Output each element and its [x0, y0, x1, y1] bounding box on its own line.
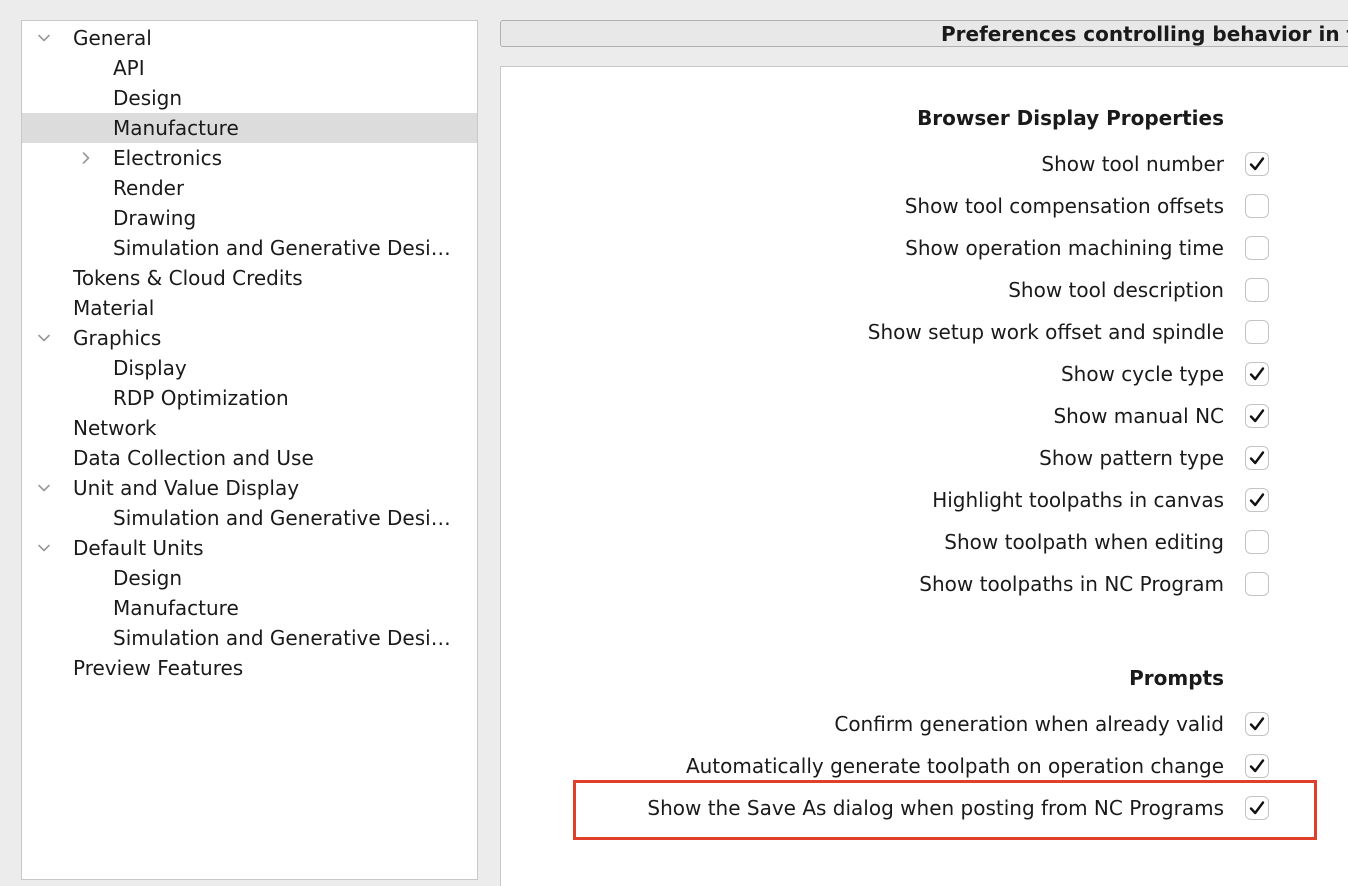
tree-item-label: Display	[113, 356, 187, 380]
checkbox-show-tool-number[interactable]	[1245, 152, 1269, 176]
pref-label-show-the-save-as-dialog-when-posting-from-nc-programs: Show the Save As dialog when posting fro…	[647, 796, 1224, 820]
checkbox-confirm-generation-when-already-valid[interactable]	[1245, 712, 1269, 736]
tree-item-manufacture[interactable]: Manufacture	[22, 593, 477, 623]
check-icon	[1248, 365, 1266, 383]
checkbox-show-the-save-as-dialog-when-posting-from-nc-programs[interactable]	[1245, 796, 1269, 820]
pref-label-show-pattern-type: Show pattern type	[1039, 446, 1224, 470]
tree-item-general[interactable]: General	[22, 23, 477, 53]
tree-item-label: Data Collection and Use	[73, 446, 314, 470]
checkbox-show-setup-work-offset-and-spindle[interactable]	[1245, 320, 1269, 344]
tree-item-simulation-and-generative-desi[interactable]: Simulation and Generative Desi…	[22, 623, 477, 653]
tree-item-default-units[interactable]: Default Units	[22, 533, 477, 563]
pref-label-show-tool-compensation-offsets: Show tool compensation offsets	[904, 194, 1224, 218]
tree-item-tokens-cloud-credits[interactable]: Tokens & Cloud Credits	[22, 263, 477, 293]
checkbox-automatically-generate-toolpath-on-operation-change[interactable]	[1245, 754, 1269, 778]
tree-item-graphics[interactable]: Graphics	[22, 323, 477, 353]
tree-item-material[interactable]: Material	[22, 293, 477, 323]
tree-item-electronics[interactable]: Electronics	[22, 143, 477, 173]
section-heading-prompts: Prompts	[1129, 666, 1224, 690]
tree-item-data-collection-and-use[interactable]: Data Collection and Use	[22, 443, 477, 473]
tree-item-preview-features[interactable]: Preview Features	[22, 653, 477, 683]
check-icon	[1248, 155, 1266, 173]
chevron-down-icon[interactable]	[34, 23, 54, 53]
tree-item-label: Network	[73, 416, 157, 440]
checkbox-show-toolpath-when-editing[interactable]	[1245, 530, 1269, 554]
check-icon	[1248, 799, 1266, 817]
check-icon	[1248, 491, 1266, 509]
pref-label-show-tool-description: Show tool description	[1008, 278, 1224, 302]
tree-item-label: Unit and Value Display	[73, 476, 300, 500]
check-icon	[1248, 715, 1266, 733]
chevron-down-icon[interactable]	[34, 533, 54, 563]
tree-item-label: Manufacture	[113, 596, 239, 620]
chevron-down-icon[interactable]	[34, 323, 54, 353]
tree-item-label: Drawing	[113, 206, 197, 230]
pref-label-show-operation-machining-time: Show operation machining time	[905, 236, 1224, 260]
tree-item-rdp-optimization[interactable]: RDP Optimization	[22, 383, 477, 413]
tree-item-label: Default Units	[73, 536, 204, 560]
pref-label-show-setup-work-offset-and-spindle: Show setup work offset and spindle	[867, 320, 1224, 344]
tree-item-label: Manufacture	[113, 116, 239, 140]
pref-label-show-toolpaths-in-nc-program: Show toolpaths in NC Program	[919, 572, 1224, 596]
tree-item-display[interactable]: Display	[22, 353, 477, 383]
chevron-down-icon[interactable]	[34, 473, 54, 503]
tree-item-label: Simulation and Generative Desi…	[113, 626, 451, 650]
checkbox-show-tool-description[interactable]	[1245, 278, 1269, 302]
tree-item-label: RDP Optimization	[113, 386, 289, 410]
check-icon	[1248, 407, 1266, 425]
tree-item-label: General	[73, 26, 152, 50]
tree-item-label: Graphics	[73, 326, 162, 350]
tree-item-label: API	[113, 56, 145, 80]
section-heading-browser: Browser Display Properties	[917, 106, 1224, 130]
check-icon	[1248, 757, 1266, 775]
tree-item-simulation-and-generative-desi[interactable]: Simulation and Generative Desi…	[22, 503, 477, 533]
checkbox-show-pattern-type[interactable]	[1245, 446, 1269, 470]
panel-header: Preferences controlling behavior in t	[500, 20, 1348, 47]
panel-header-title: Preferences controlling behavior in t	[941, 22, 1348, 46]
checkbox-show-toolpaths-in-nc-program[interactable]	[1245, 572, 1269, 596]
tree-item-label: Design	[113, 566, 183, 590]
tree-item-design[interactable]: Design	[22, 563, 477, 593]
tree-item-label: Simulation and Generative Desi…	[113, 236, 451, 260]
checkbox-show-tool-compensation-offsets[interactable]	[1245, 194, 1269, 218]
pref-label-show-tool-number: Show tool number	[1041, 152, 1224, 176]
preferences-tree: General API Design Manufacture Electronics Re…	[21, 20, 478, 880]
tree-item-simulation-and-generative-desi[interactable]: Simulation and Generative Desi…	[22, 233, 477, 263]
pref-label-show-manual-nc: Show manual NC	[1053, 404, 1224, 428]
pref-label-highlight-toolpaths-in-canvas: Highlight toolpaths in canvas	[932, 488, 1224, 512]
pref-label-show-toolpath-when-editing: Show toolpath when editing	[944, 530, 1224, 554]
tree-item-unit-and-value-display[interactable]: Unit and Value Display	[22, 473, 477, 503]
pref-label-show-cycle-type: Show cycle type	[1060, 362, 1224, 386]
preferences-panel: Preferences controlling behavior in t Br…	[500, 20, 1348, 886]
tree-item-api[interactable]: API	[22, 53, 477, 83]
check-icon	[1248, 449, 1266, 467]
tree-item-label: Render	[113, 176, 185, 200]
checkbox-show-manual-nc[interactable]	[1245, 404, 1269, 428]
tree-item-drawing[interactable]: Drawing	[22, 203, 477, 233]
pref-label-automatically-generate-toolpath-on-operation-change: Automatically generate toolpath on opera…	[685, 754, 1224, 778]
tree-item-label: Preview Features	[73, 656, 244, 680]
tree-item-label: Tokens & Cloud Credits	[73, 266, 303, 290]
tree-item-network[interactable]: Network	[22, 413, 477, 443]
tree-item-label: Design	[113, 86, 183, 110]
chevron-right-icon[interactable]	[76, 143, 96, 173]
tree-item-render[interactable]: Render	[22, 173, 477, 203]
pref-label-confirm-generation-when-already-valid: Confirm generation when already valid	[834, 712, 1224, 736]
preferences-content: Browser Display Properties Prompts Show …	[500, 66, 1348, 886]
tree-item-label: Electronics	[113, 146, 223, 170]
checkbox-show-operation-machining-time[interactable]	[1245, 236, 1269, 260]
checkbox-highlight-toolpaths-in-canvas[interactable]	[1245, 488, 1269, 512]
tree-item-design[interactable]: Design	[22, 83, 477, 113]
checkbox-show-cycle-type[interactable]	[1245, 362, 1269, 386]
tree-item-label: Simulation and Generative Desi…	[113, 506, 451, 530]
tree-item-label: Material	[73, 296, 155, 320]
tree-item-manufacture[interactable]: Manufacture	[22, 113, 477, 143]
